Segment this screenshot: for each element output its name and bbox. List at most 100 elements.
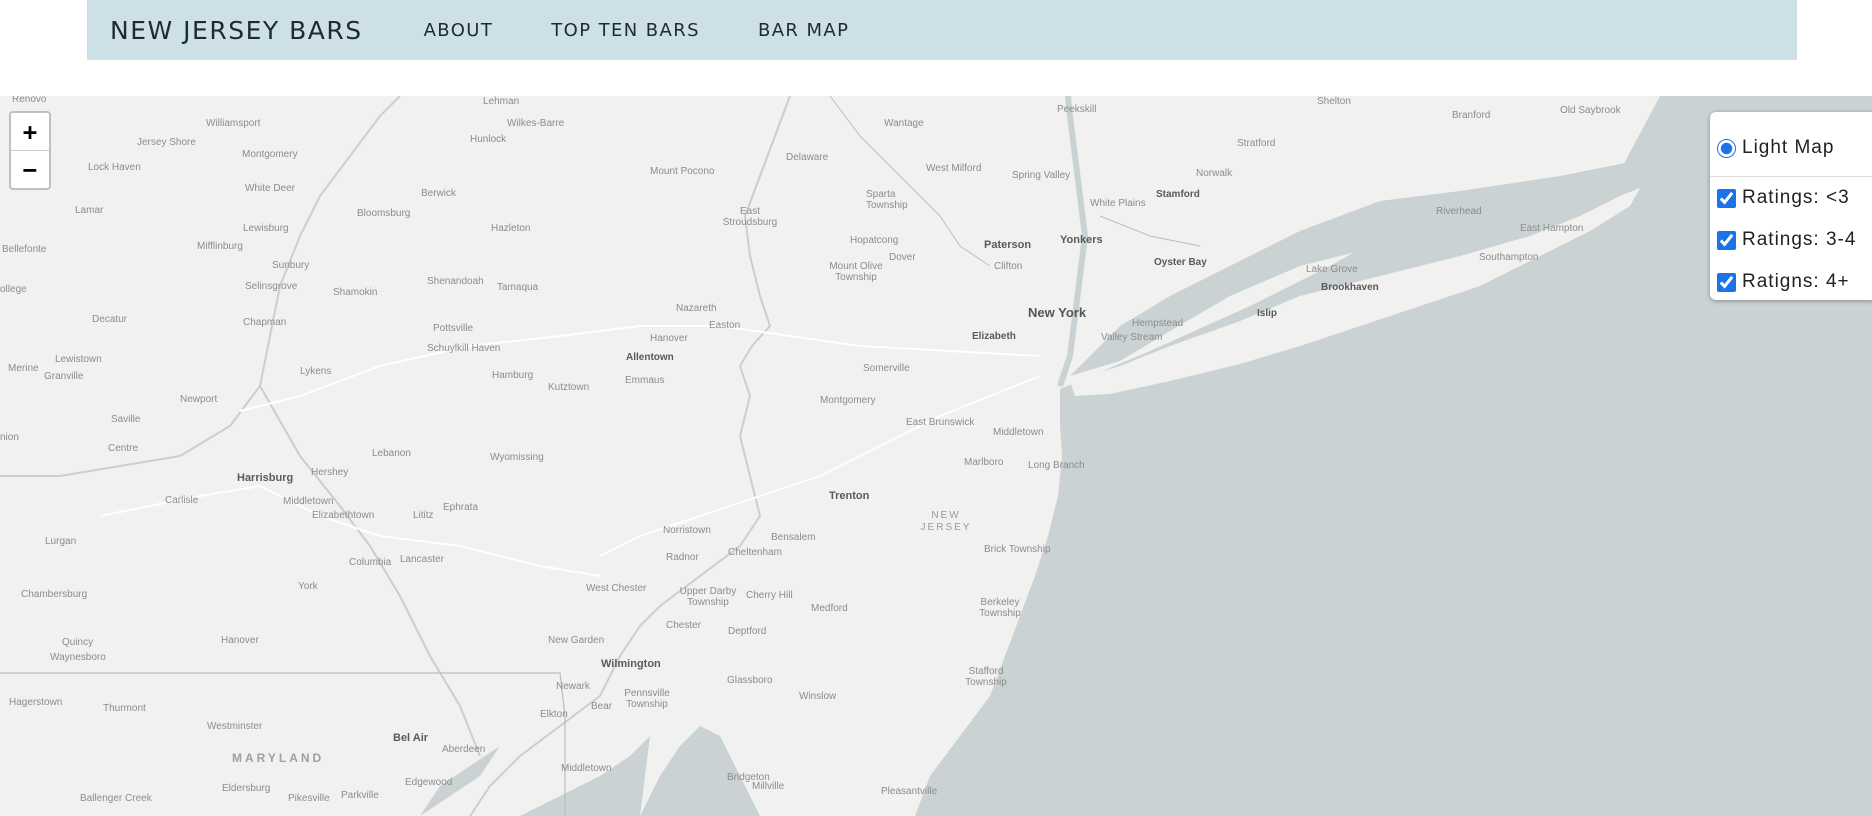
overlay-checkbox[interactable] [1717,272,1736,292]
map-label: Brookhaven [1321,282,1379,293]
map-label: Decatur [92,314,128,325]
map-label: Schuylkill Haven [427,343,501,354]
map-label: Elizabethtown [312,510,375,521]
overlay-ratings-under-3[interactable]: Ratings: <3 [1717,187,1850,209]
map-label: Elkton [540,709,568,720]
zoom-in-button[interactable]: + [11,113,49,151]
map-label: Aberdeen [442,744,486,755]
map-label: Delaware [786,152,829,163]
map-label: Old Saybrook [1560,105,1621,116]
map-label: Elizabeth [972,331,1016,342]
map-label: Kutztown [548,382,590,393]
map-label: Deptford [728,626,767,637]
map-label: Middletown [993,427,1044,438]
map-label: Chester [666,620,702,631]
nav-link-about[interactable]: ABOUT [424,20,494,41]
map-label: Chambersburg [21,589,88,600]
susquehanna-river [0,96,401,477]
overlay-ratings-3-4[interactable]: Ratings: 3-4 [1717,229,1856,251]
map-label: Thurmont [103,703,146,714]
map-label: Sunbury [272,260,310,271]
map-label: Hempstead [1132,318,1184,329]
map-label: nion [0,432,19,443]
map-label: Bensalem [771,532,816,543]
base-layer-label: Light Map [1742,137,1835,158]
map-label: Jersey Shore [137,137,196,148]
map-label: Sparta Township [866,189,908,211]
map-label: Wilmington [601,658,661,670]
map-label: Stamford [1156,189,1200,200]
map-label: Dover [889,252,916,263]
overlay-checkbox[interactable] [1717,230,1736,250]
map-label: Lebanon [372,448,411,459]
map-label: Montgomery [242,149,298,160]
map-label: Selinsgrove [245,281,298,292]
map-label: Bloomsburg [357,208,411,219]
overlay-label: Ratings: <3 [1742,187,1850,208]
delaware-bay [640,726,760,816]
map-label: Pottsville [433,323,474,334]
map-label: White Plains [1090,198,1146,209]
overlay-label: Ratings: 3-4 [1742,229,1857,250]
map-label: Stratford [1237,138,1276,149]
map-label: Hopatcong [850,235,899,246]
map-label: Wantage [884,118,924,129]
map-label: Glassboro [727,675,773,686]
map-label: Medford [811,603,848,614]
map-tiles [0,96,1872,816]
map-label: Berwick [421,188,457,199]
map-label: Lykens [300,366,332,377]
map-label: Somerville [863,363,910,374]
map-label: Waynesboro [50,652,106,663]
map-label: Merine [8,363,39,374]
map-label: Easton [709,320,741,331]
map-label: Shamokin [333,287,378,298]
susquehanna-lower [259,385,481,757]
map-label: West Milford [926,163,982,174]
map-label: Parkville [341,790,379,801]
map-label: New York [1028,305,1087,320]
map-label: Ballenger Creek [80,793,152,804]
map-label: Hunlock [470,134,507,145]
base-layer-radio[interactable] [1717,138,1736,158]
map-label: Islip [1257,308,1278,319]
map-label: Montgomery [820,395,876,406]
map-label: Cherry Hill [746,590,793,601]
map-label: Columbia [349,557,392,568]
map-label: Lake Grove [1306,264,1358,275]
bar-map[interactable]: Renovo Lehman Shelton Branford Old Saybr… [0,96,1872,816]
nav-link-bar-map[interactable]: BAR MAP [758,20,849,41]
map-label: Pleasantville [881,786,938,797]
map-label: Oyster Bay [1154,257,1207,268]
map-label: Cheltenham [728,547,782,558]
map-label: Carlisle [165,495,199,506]
map-label: Shenandoah [427,276,484,287]
layer-control-divider [1710,176,1872,177]
map-label: Lancaster [400,554,444,565]
map-label: York [298,581,318,592]
map-label: Pennsville Township [624,688,670,710]
map-label: Lock Haven [88,162,141,173]
map-label: East Hampton [1520,223,1584,234]
delaware-bay-north [520,736,650,816]
overlay-checkbox[interactable] [1717,188,1736,208]
map-label: Marlboro [964,457,1004,468]
zoom-out-button[interactable]: − [11,151,49,188]
overlay-ratings-4-plus[interactable]: Ratigns: 4+ [1717,271,1850,293]
base-layer-light-map[interactable]: Light Map [1717,137,1834,159]
map-label: Ephrata [443,502,479,513]
state-label-new-jersey: NEW JERSEY [920,510,972,533]
map-label: Bellefonte [2,244,47,255]
map-label: Valley Stream [1101,332,1163,343]
brand-link[interactable]: NEW JERSEY BARS [110,16,363,45]
layer-control: Light Map Ratings: <3 Ratings: 3-4 Ratig… [1710,112,1872,300]
map-label: Harrisburg [237,472,294,484]
map-label: Radnor [666,552,699,563]
map-label: Lamar [75,205,104,216]
navbar: NEW JERSEY BARS ABOUT TOP TEN BARS BAR M… [87,0,1797,60]
nav-link-top-ten-bars[interactable]: TOP TEN BARS [551,20,700,41]
map-label: Norwalk [1196,168,1233,179]
map-label: Shelton [1317,96,1351,107]
map-label: Hamburg [492,370,534,381]
map-label: Nazareth [676,303,717,314]
